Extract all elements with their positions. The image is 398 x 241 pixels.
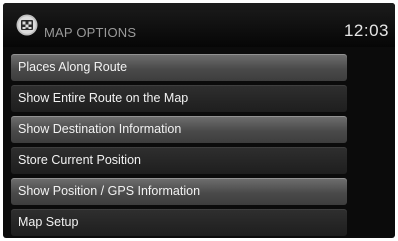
map-options-menu: Places Along Route Show Entire Route on …: [11, 54, 347, 238]
navigation-screen: MAP OPTIONS 12:03 Places Along Route Sho…: [3, 3, 395, 238]
clock: 12:03: [343, 21, 389, 40]
header-bar: MAP OPTIONS 12:03: [3, 3, 395, 47]
menu-item-map-setup[interactable]: Map Setup: [11, 209, 347, 236]
menu-item-places-along-route[interactable]: Places Along Route: [11, 54, 347, 81]
menu-item-show-position-gps-information[interactable]: Show Position / GPS Information: [11, 178, 347, 205]
menu-item-store-current-position[interactable]: Store Current Position: [11, 147, 347, 174]
menu-item-show-entire-route[interactable]: Show Entire Route on the Map: [11, 85, 347, 112]
menu-item-show-destination-information[interactable]: Show Destination Information: [11, 116, 347, 143]
page-title: MAP OPTIONS: [44, 25, 137, 40]
map-options-icon: [16, 14, 38, 36]
